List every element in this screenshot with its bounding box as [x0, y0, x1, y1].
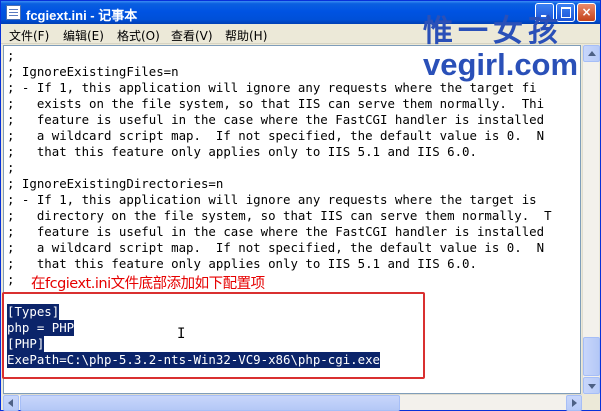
menu-edit[interactable]: 编辑(E) [63, 27, 104, 44]
vertical-scrollbar[interactable] [582, 45, 600, 394]
text-line: ; [7, 272, 15, 287]
text-line: ; a wildcard script map. If not specifie… [7, 128, 545, 143]
text-line: ; IgnoreExistingFiles=n [7, 64, 179, 79]
text-line: ; a wildcard script map. If not specifie… [7, 240, 545, 255]
horizontal-scrollbar[interactable] [3, 394, 582, 411]
text-line: ; feature is useful in the case where th… [7, 224, 545, 239]
vertical-scroll-thumb[interactable] [583, 337, 600, 376]
menu-file[interactable]: 文件(F) [9, 27, 49, 44]
notepad-window: fcgiext.ini - 记事本 × 文件(F) 编辑(E) 格式(O) 查看… [0, 0, 601, 411]
text-line: ; - If 1, this application will ignore a… [7, 192, 537, 207]
annotation-text: 在fcgiext.ini文件底部添加如下配置项 [31, 276, 265, 292]
scroll-up-button[interactable] [583, 45, 600, 62]
horizontal-scroll-thumb[interactable] [20, 395, 400, 411]
watermark-chinese: 惟一女孩 [423, 14, 563, 49]
text-line: ; [7, 48, 15, 63]
highlight-box [2, 292, 425, 379]
notepad-icon[interactable] [6, 5, 21, 20]
text-line: ; directory on the file system, so that … [7, 208, 552, 223]
text-line: ; [7, 160, 15, 175]
text-line: ; exists on the file system, so that IIS… [7, 96, 545, 111]
scroll-down-button[interactable] [583, 377, 600, 394]
scroll-left-button[interactable] [3, 395, 19, 411]
text-line: ; that this feature only applies only to… [7, 256, 477, 271]
close-button[interactable]: × [577, 3, 596, 22]
text-cursor-icon: I [177, 326, 186, 342]
watermark-url: vegirl.com [423, 47, 579, 82]
text-line: ; feature is useful in the case where th… [7, 112, 545, 127]
text-line: ; IgnoreExistingDirectories=n [7, 176, 224, 191]
window-title: fcgiext.ini - 记事本 [26, 8, 138, 23]
scroll-right-button[interactable] [566, 395, 582, 411]
menu-format[interactable]: 格式(O) [117, 27, 160, 44]
text-line: ; that this feature only applies only to… [7, 144, 477, 159]
menu-help[interactable]: 帮助(H) [225, 27, 267, 44]
menu-view[interactable]: 查看(V) [171, 27, 213, 44]
